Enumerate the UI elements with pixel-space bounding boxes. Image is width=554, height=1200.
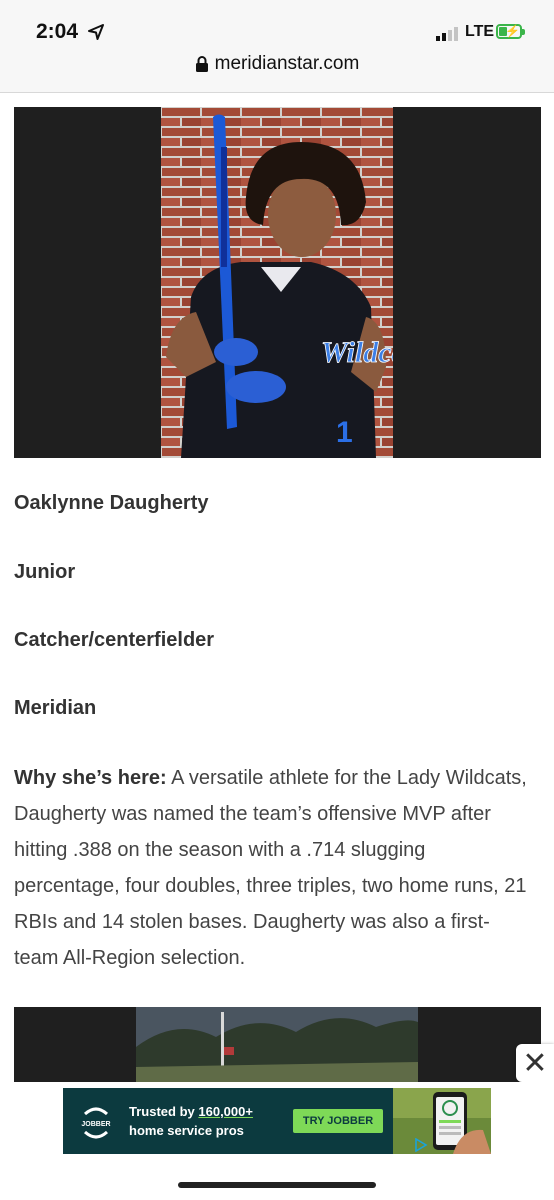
player-school: Meridian (14, 697, 97, 719)
signal-icon (436, 27, 458, 41)
url-text: meridianstar.com (214, 53, 360, 74)
player-position: Catcher/centerfielder (14, 629, 215, 651)
svg-text:1: 1 (336, 416, 353, 449)
next-photo-image (136, 1007, 418, 1084)
ad-phone-image (393, 1088, 491, 1154)
player-photo: Wildcats 1 (161, 107, 393, 458)
try-jobber-button[interactable]: TRY JOBBER (293, 1109, 383, 1133)
player-name: Oaklynne Daugherty (14, 492, 209, 514)
why-paragraph: Why she’s here: A versatile athlete for … (14, 760, 534, 976)
jobber-logo-icon: JOBBER (81, 1107, 111, 1139)
home-indicator (178, 1182, 376, 1188)
ad-line2: home service pros (129, 1123, 244, 1138)
address-bar[interactable]: meridianstar.com (0, 53, 554, 75)
why-label: Why she’s here: (14, 767, 167, 789)
browser-top-bar: 2:04 LTE ⚡ meridianstar.com (0, 0, 554, 93)
ad-line1-prefix: Trusted by (129, 1104, 195, 1119)
ad-headline: Trusted by 160,000+ home service pros (129, 1102, 253, 1140)
player-grade: Junior (14, 561, 76, 583)
jersey-lettering: Wildcats (321, 336, 393, 369)
location-arrow-icon (88, 24, 104, 40)
status-time: 2:04 (36, 20, 79, 43)
lock-icon (195, 56, 208, 72)
battery-icon: ⚡ (496, 24, 525, 39)
network-label: LTE (465, 23, 495, 40)
ad-choices-icon[interactable] (414, 1138, 428, 1152)
jobber-logo-text: JOBBER (81, 1121, 110, 1128)
why-text: A versatile athlete for the Lady Wildcat… (14, 767, 527, 969)
next-photo (14, 1007, 541, 1084)
player-photo-frame: Wildcats 1 (14, 107, 541, 458)
close-ad-button[interactable]: ✕ (516, 1044, 554, 1082)
ad-line1-highlight: 160,000+ (198, 1104, 253, 1119)
